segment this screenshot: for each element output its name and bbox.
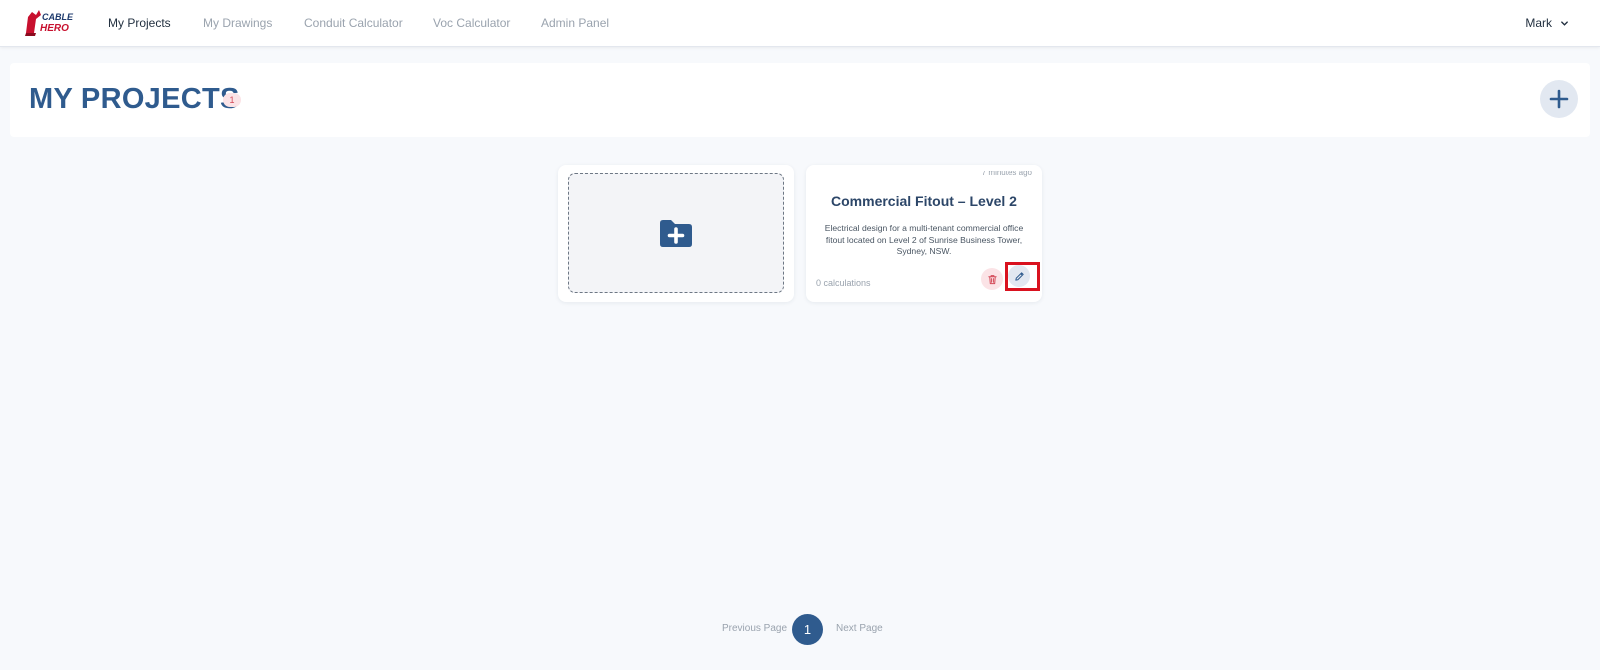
new-project-dropzone[interactable] [568,173,784,293]
page-number-current[interactable]: 1 [792,614,823,645]
next-page-link[interactable]: Next Page [836,623,883,634]
nav-item-admin-panel[interactable]: Admin Panel [541,16,609,30]
page-title: MY PROJECTS [29,83,240,115]
project-card[interactable]: 7 minutes ago Commercial Fitout – Level … [806,165,1042,302]
cable-hero-logo[interactable]: CABLE HERO [24,9,74,36]
project-title[interactable]: Commercial Fitout – Level 2 [806,193,1042,209]
user-menu[interactable]: Mark [1525,16,1569,30]
user-name: Mark [1525,16,1552,30]
nav-item-my-drawings[interactable]: My Drawings [203,16,272,30]
page-header: MY PROJECTS 1 [10,63,1590,137]
folder-plus-icon [660,220,692,247]
delete-project-button[interactable] [981,268,1003,290]
previous-page-link[interactable]: Previous Page [722,623,787,634]
edit-project-button[interactable] [1008,265,1030,287]
nav-item-my-projects[interactable]: My Projects [108,16,171,30]
nav-item-voc-calculator[interactable]: Voc Calculator [433,16,510,30]
project-description: Electrical design for a multi-tenant com… [824,223,1024,256]
trash-icon [987,274,997,284]
project-updated-time: 7 minutes ago [981,171,1032,177]
plus-icon [1549,89,1569,109]
new-project-card [558,165,794,302]
chevron-down-icon [1561,20,1568,26]
add-project-button[interactable] [1540,80,1578,118]
project-count-badge: 1 [223,93,241,107]
svg-text:HERO: HERO [40,23,69,34]
top-navigation-bar: CABLE HERO My Projects My Drawings Condu… [0,0,1600,47]
nav-item-conduit-calculator[interactable]: Conduit Calculator [304,16,403,30]
pencil-icon [1014,271,1024,281]
svg-text:CABLE: CABLE [42,12,74,22]
project-calculations-count: 0 calculations [816,278,871,288]
